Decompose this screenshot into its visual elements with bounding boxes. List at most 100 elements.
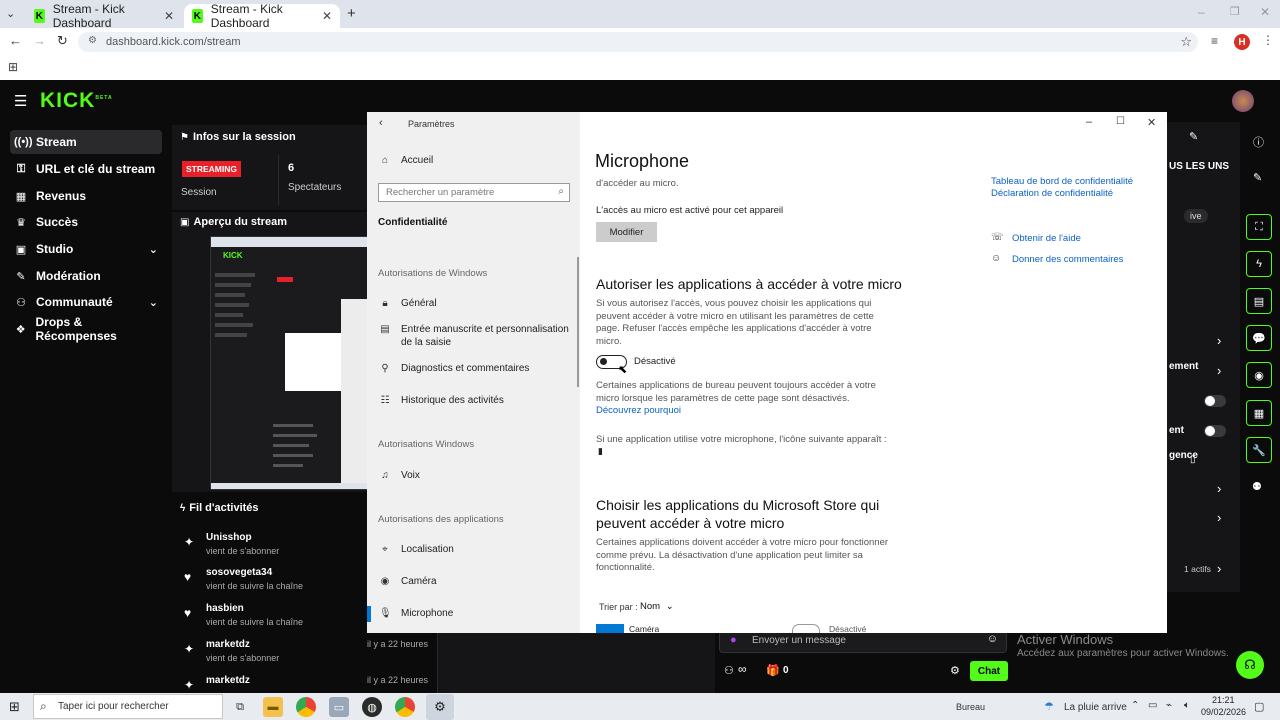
forward-icon[interactable]: →: [33, 33, 46, 48]
chrome-icon[interactable]: [395, 697, 415, 717]
sort-by-dropdown[interactable]: Nom ⌄: [640, 601, 674, 612]
new-tab-button[interactable]: +: [347, 5, 356, 22]
taskbar-desktop-label[interactable]: Bureau: [956, 702, 985, 712]
browser-menu-icon[interactable]: ⋮: [1262, 33, 1274, 47]
settings-close-icon[interactable]: ✕: [1147, 116, 1156, 129]
hamburger-menu-icon[interactable]: ☰: [14, 92, 27, 110]
taskbar-date[interactable]: 09/02/2026: [1201, 707, 1246, 717]
minimize-browser-icon[interactable]: –: [1198, 5, 1205, 19]
settings-item-location[interactable]: ⌖ Localisation: [379, 544, 579, 555]
nav-item-community[interactable]: ⚇ Communauté ⌄: [10, 290, 162, 314]
nav-item-stream[interactable]: ((•)) Stream: [10, 130, 162, 154]
feed-username[interactable]: marketdz: [206, 675, 250, 686]
feed-username[interactable]: sosovegeta34: [206, 567, 272, 578]
give-feedback-link[interactable]: Donner des commentaires: [1012, 254, 1123, 265]
chrome-icon[interactable]: [296, 697, 316, 717]
modify-button[interactable]: Modifier: [596, 222, 657, 242]
rail-button-wrench-icon[interactable]: 🔧: [1246, 437, 1272, 463]
nav-item-achievements[interactable]: ♛ Succès: [10, 210, 162, 234]
settings-item-general[interactable]: 🔒︎ Général: [379, 298, 579, 309]
close-tab-icon[interactable]: ✕: [322, 9, 332, 23]
get-help-link[interactable]: Obtenir de l'aide: [1012, 233, 1081, 244]
settings-item-activity-history[interactable]: ☷ Historique des activités: [379, 395, 579, 406]
privacy-dashboard-link[interactable]: Tableau de bord de confidentialité: [991, 176, 1133, 187]
feed-username[interactable]: marketdz: [206, 639, 250, 650]
profile-avatar[interactable]: H: [1234, 34, 1250, 50]
nav-item-revenue[interactable]: ▦ Revenus: [10, 184, 162, 208]
toggle-switch[interactable]: [1204, 425, 1226, 437]
save-icon[interactable]: ▯: [1190, 454, 1196, 465]
chevron-right-icon[interactable]: ›: [1217, 510, 1221, 525]
browser-tab-active[interactable]: K Stream - Kick Dashboard ✕: [184, 2, 340, 30]
weather-text[interactable]: La pluie arrive: [1064, 702, 1127, 713]
stream-preview-video[interactable]: KICK: [210, 236, 368, 490]
tray-volume-icon[interactable]: 🔈︎: [1184, 700, 1190, 711]
nav-item-studio[interactable]: ▣ Studio ⌄: [10, 237, 162, 261]
reload-icon[interactable]: ↻: [57, 33, 68, 49]
info-icon[interactable]: ⓘ: [1253, 134, 1264, 150]
settings-item-voice[interactable]: ♫ Voix: [379, 470, 579, 481]
right-fragment-pill[interactable]: ive: [1184, 209, 1208, 223]
site-info-icon[interactable]: ⚙: [88, 35, 97, 46]
nav-item-drops[interactable]: ❖ Drops & Récompenses: [10, 315, 162, 343]
chevron-right-icon[interactable]: ›: [1217, 481, 1221, 496]
tray-up-icon[interactable]: ⌃: [1131, 700, 1139, 711]
gift-icon[interactable]: 🎁: [766, 664, 780, 677]
settings-search-input[interactable]: Rechercher un paramètre ⌕: [378, 183, 570, 202]
tray-monitor-icon[interactable]: ▭: [1148, 700, 1157, 711]
feed-username[interactable]: Unisshop: [206, 532, 252, 543]
learn-why-link[interactable]: Découvrez pourquoi: [596, 405, 681, 416]
edit-icon[interactable]: ✎: [1253, 171, 1262, 184]
community-rail-icon[interactable]: ⚉: [1252, 480, 1262, 493]
rail-button-document-icon[interactable]: ▤: [1246, 288, 1272, 314]
settings-item-diagnostics[interactable]: ⚲ Diagnostics et commentaires: [379, 363, 579, 374]
rail-button-crop-icon[interactable]: ⛶: [1246, 214, 1272, 240]
maximize-browser-icon[interactable]: ❐: [1230, 5, 1240, 18]
feed-username[interactable]: hasbien: [206, 603, 244, 614]
settings-home[interactable]: ⌂ Accueil: [379, 155, 579, 166]
back-icon[interactable]: ←: [9, 33, 22, 48]
file-explorer-icon[interactable]: ▬: [263, 697, 283, 717]
chat-send-button[interactable]: Chat: [970, 661, 1008, 681]
settings-taskbar-icon[interactable]: ⚙: [426, 694, 454, 720]
tab-list-dropdown[interactable]: ⌄: [6, 7, 15, 20]
task-view-icon[interactable]: ⧉: [230, 697, 250, 717]
taskbar-search[interactable]: ⌕ Taper ici pour rechercher: [33, 694, 223, 719]
rail-button-chat-icon[interactable]: 💬: [1246, 325, 1272, 351]
settings-minimize-icon[interactable]: –: [1086, 116, 1092, 128]
rail-button-broadcast-icon[interactable]: ◉: [1246, 362, 1272, 388]
settings-item-microphone[interactable]: 🎙︎ Microphone: [379, 608, 579, 619]
app-window-icon[interactable]: ▭: [329, 697, 349, 717]
extensions-icon[interactable]: ≡: [1211, 34, 1218, 48]
chevron-right-icon[interactable]: ›: [1217, 561, 1221, 576]
pencil-icon[interactable]: ✎: [1189, 130, 1198, 143]
tray-network-icon[interactable]: ⌁: [1166, 700, 1172, 711]
app-row-toggle[interactable]: [792, 624, 820, 633]
browser-tab[interactable]: K Stream - Kick Dashboard ✕: [26, 2, 182, 30]
settings-item-inking[interactable]: ▤ Entrée manuscrite et personnalisation d…: [379, 324, 579, 349]
kick-logo[interactable]: KICKBETA: [40, 89, 113, 113]
settings-item-camera[interactable]: ◉ Caméra: [379, 576, 579, 587]
chevron-right-icon[interactable]: ›: [1217, 333, 1221, 348]
chat-settings-icon[interactable]: ⚙: [950, 664, 960, 677]
notification-icon[interactable]: ▢: [1254, 700, 1264, 713]
privacy-statement-link[interactable]: Déclaration de confidentialité: [991, 188, 1113, 199]
sidebar-scrollbar[interactable]: [577, 257, 579, 387]
settings-maximize-icon[interactable]: ☐: [1116, 116, 1125, 127]
close-browser-icon[interactable]: ✕: [1260, 5, 1270, 19]
obs-icon[interactable]: ◍: [362, 697, 382, 717]
nav-item-stream-key[interactable]: ⚿ URL et clé du stream: [10, 157, 162, 181]
apps-grid-icon[interactable]: ⊞: [8, 60, 18, 74]
rail-button-layers-icon[interactable]: ▦: [1246, 400, 1272, 426]
emoji-icon[interactable]: ☺: [987, 633, 998, 645]
address-bar[interactable]: ⚙ dashboard.kick.com/stream ☆: [78, 32, 1198, 52]
settings-back-icon[interactable]: ‹: [379, 117, 383, 129]
rail-button-lightning-icon[interactable]: ϟ: [1246, 251, 1272, 277]
user-avatar[interactable]: [1232, 90, 1254, 112]
points-icon[interactable]: ⚇: [724, 664, 734, 677]
windows-start-icon[interactable]: ⊞: [9, 699, 20, 715]
toggle-switch[interactable]: [1204, 395, 1226, 407]
nav-item-moderation[interactable]: ✎ Modération: [10, 264, 162, 288]
chevron-right-icon[interactable]: ›: [1217, 363, 1221, 378]
support-headset-icon[interactable]: ☊: [1236, 651, 1264, 679]
